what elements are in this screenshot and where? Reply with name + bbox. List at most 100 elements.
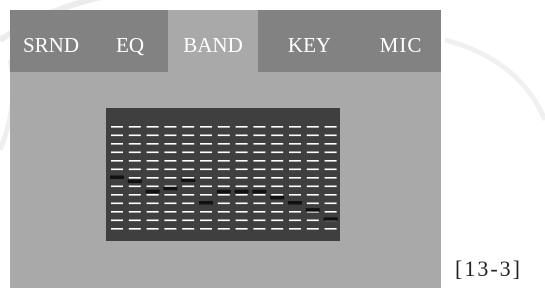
eq-segment — [253, 219, 266, 222]
eq-segment — [182, 126, 195, 128]
eq-segment — [111, 194, 123, 196]
eq-segment — [128, 177, 141, 179]
eq-band-5 — [181, 126, 196, 230]
eq-level-marker — [145, 189, 160, 194]
eq-segment — [306, 194, 319, 196]
eq-segment — [164, 228, 177, 230]
eq-segment — [306, 168, 319, 171]
eq-band-2 — [127, 126, 142, 230]
eq-level-marker — [234, 189, 249, 194]
eq-segment — [217, 168, 230, 171]
eq-segment — [253, 228, 266, 230]
eq-segment — [200, 143, 212, 145]
eq-level-marker — [110, 175, 124, 179]
eq-segment — [164, 168, 177, 171]
eq-level-marker — [323, 217, 338, 221]
eq-segment — [128, 134, 141, 137]
tab-eq[interactable]: EQ — [92, 10, 168, 72]
eq-segment — [271, 219, 284, 222]
eq-segment — [128, 151, 141, 154]
tab-band[interactable]: BAND — [168, 10, 258, 72]
eq-segment — [128, 202, 141, 205]
tab-key[interactable]: KEY — [258, 10, 361, 72]
tab-mic[interactable]: MIC — [361, 10, 441, 72]
eq-segment — [306, 202, 319, 205]
eq-segment — [164, 134, 177, 137]
eq-segment — [253, 194, 266, 196]
eq-level-marker — [127, 179, 142, 184]
eq-segment — [306, 160, 319, 162]
eq-band-9 — [252, 126, 267, 230]
eq-segment — [182, 160, 195, 162]
eq-segment — [271, 168, 284, 171]
eq-segment — [235, 177, 248, 179]
eq-segment — [217, 177, 230, 179]
device-screen: SRND EQ BAND KEY MIC — [10, 10, 441, 288]
eq-segment — [289, 211, 301, 213]
eq-segment — [111, 160, 123, 162]
eq-segment — [164, 194, 177, 196]
eq-segment — [200, 177, 212, 179]
eq-segment — [146, 143, 159, 145]
eq-segment — [164, 160, 177, 162]
eq-segment — [128, 185, 141, 188]
eq-segment — [182, 168, 195, 171]
eq-segment — [289, 168, 301, 171]
figure-caption: [13-3] — [455, 256, 522, 281]
eq-segment — [289, 185, 301, 188]
eq-segment — [200, 228, 212, 230]
eq-segment — [289, 228, 301, 230]
eq-segment — [253, 126, 266, 128]
eq-segment — [200, 194, 212, 196]
equalizer-graph — [110, 126, 338, 230]
eq-segment — [271, 126, 284, 128]
eq-segment — [324, 194, 337, 196]
eq-segment — [164, 177, 177, 179]
eq-segment — [146, 134, 159, 137]
eq-segment — [271, 202, 284, 205]
eq-segment — [324, 228, 337, 230]
eq-segment — [182, 185, 195, 188]
eq-level-marker — [181, 178, 196, 183]
eq-segment — [235, 160, 248, 162]
eq-segment — [217, 160, 230, 162]
eq-segment — [111, 168, 123, 171]
eq-segment — [253, 185, 266, 188]
eq-segment — [146, 160, 159, 162]
eq-segment — [306, 151, 319, 154]
eq-segment — [253, 211, 266, 213]
eq-segment — [324, 185, 337, 188]
eq-segment — [217, 126, 230, 128]
eq-segment — [271, 134, 284, 137]
eq-segment — [128, 143, 141, 145]
eq-segment — [164, 126, 177, 128]
eq-segment — [217, 211, 230, 213]
eq-band-10 — [270, 126, 285, 230]
eq-segment — [289, 219, 301, 222]
eq-segment — [217, 202, 230, 205]
eq-level-marker — [163, 186, 178, 191]
eq-segment — [164, 143, 177, 145]
eq-segment — [253, 151, 266, 154]
eq-segment — [146, 177, 159, 179]
eq-segment — [146, 126, 159, 128]
eq-segment — [271, 211, 284, 213]
tab-srnd[interactable]: SRND — [10, 10, 92, 72]
eq-segment — [235, 126, 248, 128]
eq-level-marker — [199, 201, 213, 205]
eq-segment — [324, 143, 337, 145]
eq-segment — [289, 177, 301, 179]
eq-segment — [128, 219, 141, 222]
equalizer-panel — [106, 108, 340, 241]
eq-band-4 — [163, 126, 178, 230]
eq-segment — [111, 219, 123, 222]
eq-segment — [146, 185, 159, 188]
eq-segment — [235, 194, 248, 196]
eq-segment — [289, 134, 301, 137]
eq-segment — [128, 228, 141, 230]
eq-segment — [306, 177, 319, 179]
eq-segment — [271, 194, 284, 196]
eq-segment — [182, 211, 195, 213]
eq-segment — [271, 151, 284, 154]
eq-segment — [128, 168, 141, 171]
